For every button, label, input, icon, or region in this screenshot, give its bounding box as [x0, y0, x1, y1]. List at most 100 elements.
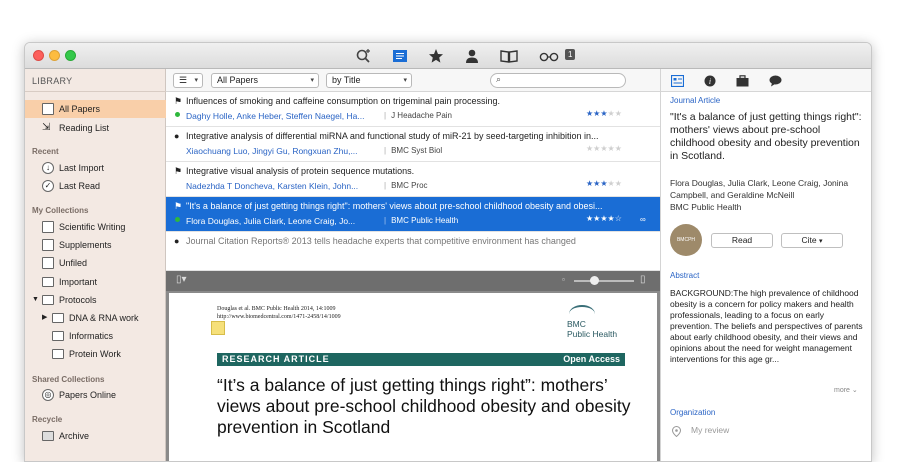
location-pin-icon	[671, 424, 682, 438]
details-panel: i Journal Article "It's a balance of jus…	[660, 69, 871, 461]
book-icon[interactable]	[499, 47, 519, 65]
check-icon: ✓	[42, 180, 54, 192]
flag-icon[interactable]: ⚑	[174, 166, 182, 177]
review-field[interactable]: My review	[691, 425, 729, 435]
archive-icon	[42, 431, 54, 441]
paper-journal: BMC Syst Biol	[384, 146, 442, 155]
svg-text:i: i	[709, 77, 711, 86]
folder-icon	[42, 277, 54, 287]
globe-icon: ◎	[42, 389, 54, 401]
paper-row-selected[interactable]: ⚑ "It's a balance of just getting things…	[166, 197, 660, 232]
search-add-icon[interactable]	[355, 47, 373, 65]
chevron-down-icon: ▾	[403, 77, 407, 84]
pdf-viewer[interactable]: Douglas et al. BMC Public Health 2014, 1…	[166, 291, 660, 461]
sort-select[interactable]: by Title ▾	[326, 73, 412, 88]
person-icon[interactable]	[463, 47, 481, 65]
sidebar-item-all-papers[interactable]: All Papers	[25, 100, 166, 118]
library-sidebar: LIBRARY All Papers ⇲ Reading List Recent…	[25, 69, 166, 461]
rating-stars[interactable]: ★★★★★	[586, 144, 622, 153]
sidebar-item-label: Scientific Writing	[59, 222, 126, 232]
paper-row[interactable]: ⚑ Influences of smoking and caffeine con…	[166, 92, 660, 127]
pdf-toolbar: ▯▾ ▫ ▯	[166, 271, 660, 291]
zoom-slider-knob[interactable]	[590, 276, 599, 285]
sidebar-item-label: Archive	[59, 431, 90, 441]
rating-stars[interactable]: ★★★★★	[586, 179, 622, 188]
read-button[interactable]: Read	[711, 233, 773, 248]
sidebar-item-papers-online[interactable]: ◎ Papers Online	[25, 386, 166, 404]
glasses-icon[interactable]	[537, 47, 561, 65]
item-authors[interactable]: Flora Douglas, Julia Clark, Leone Craig,…	[670, 177, 866, 201]
paper-title: Integrative analysis of differential miR…	[186, 131, 599, 141]
minimize-window-button[interactable]	[49, 50, 60, 61]
more-link[interactable]: more ⌄	[834, 386, 858, 394]
zoom-out-icon[interactable]: ▫	[562, 275, 565, 284]
folder-icon	[42, 295, 54, 305]
sidebar-item-unfiled[interactable]: Unfiled	[25, 254, 166, 272]
disclosure-closed-icon[interactable]: ▶	[42, 309, 47, 327]
info-card-icon[interactable]	[670, 74, 685, 88]
cite-button[interactable]: Cite ▾	[781, 233, 843, 248]
paper-authors: Nadezhda T Doncheva, Karsten Klein, John…	[186, 181, 359, 191]
sidebar-item-protocols[interactable]: ▼ Protocols	[25, 291, 166, 309]
cite-label: Cite	[801, 235, 817, 245]
info-icon[interactable]: i	[704, 74, 717, 87]
sidebar-item-informatics[interactable]: Informatics	[25, 327, 166, 345]
bmc-logo: BMC Public Health	[563, 305, 633, 345]
abstract-heading: Abstract	[670, 271, 700, 280]
sidebar-item-label: All Papers	[59, 104, 101, 114]
sidebar-item-protein-work[interactable]: Protein Work	[25, 345, 166, 363]
sidebar-item-reading-list[interactable]: ⇲ Reading List	[25, 119, 166, 137]
open-access-label: Open Access	[563, 354, 620, 364]
paper-title: "It's a balance of just getting things r…	[186, 201, 603, 211]
page-icon[interactable]: ▯▾	[176, 274, 187, 285]
titlebar: 1	[25, 43, 871, 69]
paper-row[interactable]: ⚑ Integrative visual analysis of protein…	[166, 162, 660, 197]
sidebar-item-label: Protocols	[59, 295, 97, 305]
sidebar-item-supplements[interactable]: Supplements	[25, 236, 166, 254]
sidebar-item-archive[interactable]: Archive	[25, 427, 166, 445]
zoom-window-button[interactable]	[65, 50, 76, 61]
reading-count-badge: 1	[565, 49, 576, 60]
comment-icon[interactable]	[769, 74, 782, 87]
briefcase-icon[interactable]	[736, 74, 749, 87]
papers-view-icon[interactable]	[391, 47, 409, 65]
close-window-button[interactable]	[33, 50, 44, 61]
reading-list-icon: ⇲	[42, 122, 51, 133]
sidebar-item-last-import[interactable]: ↓ Last Import	[25, 159, 166, 177]
search-input[interactable]: ⌕	[490, 73, 626, 88]
paper-list-pane: ☰ ▾ All Papers ▾ by Title ▾ ⌕ ⚑ Influences …	[166, 69, 660, 461]
unread-bullet-icon: ●	[174, 131, 180, 141]
disclosure-open-icon[interactable]: ▼	[32, 291, 39, 309]
sidebar-item-last-read[interactable]: ✓ Last Read	[25, 177, 166, 195]
flag-icon[interactable]: ⚑	[174, 96, 182, 107]
new-indicator-dot	[175, 112, 180, 117]
flag-icon[interactable]: ⚑	[174, 201, 182, 212]
rating-stars[interactable]: ★★★★★	[586, 109, 622, 118]
chevron-down-icon: ▾	[310, 77, 314, 84]
rating-stars[interactable]: ★★★★☆	[586, 214, 622, 223]
favorites-star-icon[interactable]	[427, 47, 445, 65]
zoom-in-icon[interactable]: ▯	[640, 274, 646, 285]
journal-logo: BMCPH	[670, 224, 702, 256]
search-icon: ⌕	[496, 74, 502, 84]
article-type-banner: RESEARCH ARTICLE Open Access	[217, 353, 625, 366]
folder-icon	[52, 331, 64, 341]
item-journal[interactable]: BMC Public Health	[670, 202, 741, 212]
paper-row[interactable]: ● Integrative analysis of differential m…	[166, 127, 660, 162]
section-my-collections: My Collections	[32, 206, 89, 215]
list-options-menu[interactable]: ☰ ▾	[173, 73, 203, 88]
zoom-slider[interactable]	[574, 280, 634, 282]
sidebar-item-dna-rna-work[interactable]: ▶ DNA & RNA work	[25, 309, 166, 327]
citation-line-1: Douglas et al. BMC Public Health 2014, 1…	[217, 306, 336, 312]
sidebar-item-label: Informatics	[69, 331, 114, 341]
paper-row[interactable]: ● Journal Citation Reports® 2013 tells h…	[166, 232, 660, 271]
sidebar-item-label: Protein Work	[69, 349, 121, 359]
paper-title: Influences of smoking and caffeine consu…	[186, 96, 501, 106]
sticky-note-icon[interactable]	[211, 321, 225, 335]
app-window: 1 LIBRARY All Papers ⇲ Reading List Rece…	[24, 42, 872, 462]
sidebar-item-scientific-writing[interactable]: Scientific Writing	[25, 218, 166, 236]
paper-title: Integrative visual analysis of protein s…	[186, 166, 415, 176]
filter-select[interactable]: All Papers ▾	[211, 73, 319, 88]
sidebar-item-important[interactable]: Important	[25, 273, 166, 291]
item-title[interactable]: "It's a balance of just getting things r…	[670, 111, 866, 163]
